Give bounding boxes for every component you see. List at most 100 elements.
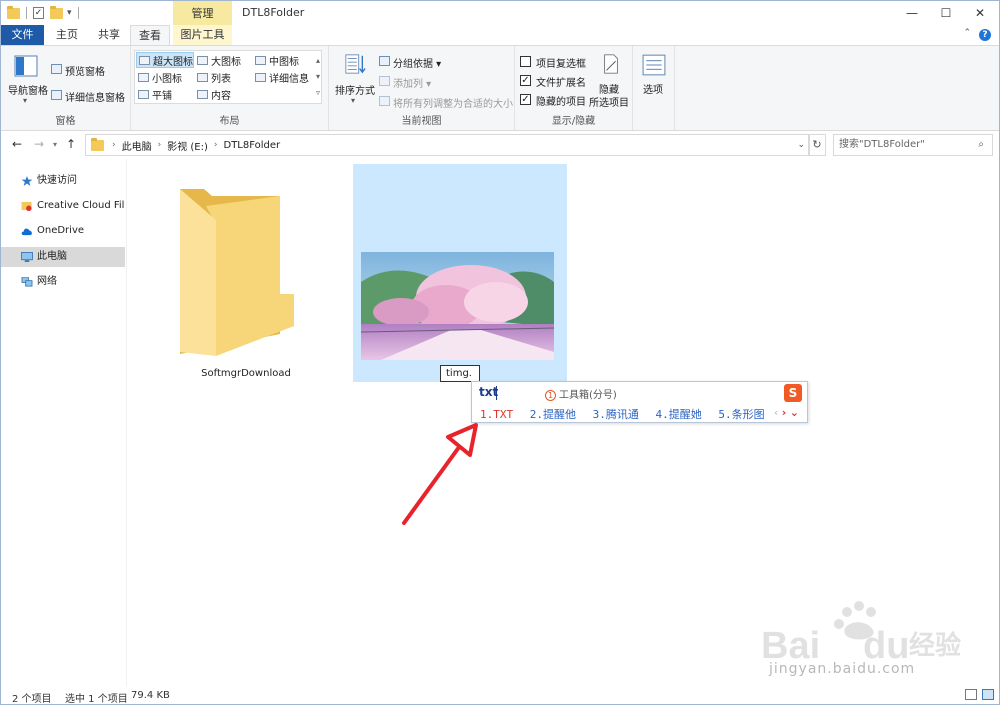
- nav-item-creative-cloud[interactable]: Creative Cloud Files: [1, 196, 125, 216]
- sogou-logo-icon[interactable]: S: [784, 384, 802, 402]
- close-button[interactable]: ✕: [963, 1, 997, 25]
- nav-item-this-pc[interactable]: 此电脑: [1, 247, 125, 267]
- show-hide-group-title: 显示/隐藏: [551, 116, 596, 127]
- ime-candidate-2[interactable]: 2.提醒他: [530, 408, 576, 421]
- ime-candidate-1[interactable]: 1.TXT: [480, 408, 513, 421]
- search-icon[interactable]: ⌕: [978, 135, 984, 155]
- baidu-watermark-url: jingyan.baidu.com: [769, 661, 916, 677]
- address-bar[interactable]: › 此电脑 › 影视 (E:) › DTL8Folder ⌄: [85, 134, 810, 156]
- current-view-group-title: 当前视图: [401, 116, 442, 127]
- nav-item-network[interactable]: 网络: [1, 272, 125, 292]
- tiles-icon: [138, 89, 149, 99]
- layout-medium-icons[interactable]: 中图标: [253, 52, 313, 68]
- title-bar: ✓ ▾ 管理 DTL8Folder — ☐ ✕: [1, 1, 999, 25]
- content-icon: [197, 89, 208, 99]
- details-view-icon[interactable]: [965, 689, 977, 700]
- current-view-group: 排序方式 ▾ 分组依据 ▾ 添加列 ▾ 将所有列调整为合适的大小 当前视图: [329, 46, 515, 130]
- recent-chevron-icon[interactable]: ▾: [53, 140, 57, 149]
- breadcrumb-this-pc[interactable]: 此电脑: [122, 138, 152, 153]
- tab-view[interactable]: 查看: [130, 25, 170, 46]
- chevron-down-icon[interactable]: ▾: [351, 96, 355, 105]
- prev-page-icon[interactable]: ‹: [774, 406, 778, 419]
- chevron-right-icon: ›: [213, 140, 218, 150]
- add-column-icon: [379, 76, 390, 86]
- folder-name[interactable]: SoftmgrDownload: [183, 368, 309, 379]
- folder-icon: [91, 137, 104, 151]
- thumbnail-image: [361, 252, 554, 360]
- hidden-items-label: 隐藏的项目: [536, 97, 586, 108]
- back-arrow-icon[interactable]: ←: [12, 137, 22, 151]
- file-extensions-checkbox[interactable]: ✓: [520, 75, 531, 86]
- svg-text:经验: 经验: [909, 630, 961, 661]
- customize-toolbar-icon[interactable]: ▾: [67, 8, 72, 18]
- item-checkboxes-checkbox[interactable]: [520, 56, 531, 67]
- selected-count: 选中 1 个项目: [65, 694, 128, 705]
- ribbon: 导航窗格 ▾ 预览窗格 详细信息窗格 窗格 超大图标 大图标 中图标 小图标 列…: [1, 45, 999, 131]
- layout-extra-large-icons[interactable]: 超大图标: [136, 52, 194, 68]
- item-count: 2 个项目: [12, 694, 52, 705]
- search-input[interactable]: 搜索"DTL8Folder" ⌕: [833, 134, 993, 156]
- up-arrow-icon[interactable]: ↑: [66, 137, 76, 151]
- network-icon: [21, 277, 33, 287]
- sort-by-button[interactable]: 排序方式: [335, 82, 375, 97]
- chevron-down-icon[interactable]: ▾: [23, 96, 27, 105]
- selected-size: 79.4 KB: [131, 690, 170, 701]
- layout-small-icons[interactable]: 小图标: [136, 69, 194, 85]
- ime-toolbox-hint[interactable]: 1 工具箱(分号): [545, 386, 617, 401]
- add-column-button[interactable]: 添加列 ▾: [393, 75, 431, 90]
- layout-large-icons[interactable]: 大图标: [195, 52, 253, 68]
- group-by-button[interactable]: 分组依据 ▾: [393, 55, 441, 70]
- maximize-button[interactable]: ☐: [929, 1, 963, 25]
- hide-selected-icon: [604, 54, 618, 74]
- refresh-icon[interactable]: ↻: [808, 134, 826, 156]
- list-icon: [197, 72, 208, 82]
- ribbon-tabs: 文件 主页 共享 查看 图片工具 ⌃ ?: [1, 25, 999, 46]
- breadcrumb-drive[interactable]: 影视 (E:): [167, 138, 208, 153]
- next-page-icon[interactable]: ›: [782, 406, 787, 419]
- ime-candidate-5[interactable]: 5.条形图: [718, 408, 764, 421]
- details-pane-button[interactable]: 详细信息窗格: [65, 89, 125, 104]
- layout-content[interactable]: 内容: [195, 86, 253, 102]
- layout-gallery: 超大图标 大图标 中图标 小图标 列表 详细信息 平铺 内容 ▴ ▾ ▿: [134, 50, 322, 104]
- options-button[interactable]: 选项: [643, 81, 663, 96]
- minimize-button[interactable]: —: [895, 1, 929, 25]
- tab-share[interactable]: 共享: [88, 25, 130, 45]
- toolbar-separator: [77, 7, 79, 19]
- new-folder-icon[interactable]: [50, 5, 63, 19]
- show-hide-group: 项目复选框 ✓ 文件扩展名 ✓ 隐藏的项目 隐藏 所选项目 显示/隐藏: [515, 46, 633, 130]
- large-icons-icon: [197, 55, 208, 65]
- help-icon[interactable]: ?: [979, 29, 991, 41]
- preview-pane-button[interactable]: 预览窗格: [65, 63, 105, 78]
- folder-icon: [7, 5, 20, 19]
- tab-file[interactable]: 文件: [1, 25, 44, 45]
- layout-group-title: 布局: [219, 116, 240, 127]
- ime-candidates: 1.TXT 2.提醒他 3.腾讯通 4.提醒她 5.条形图: [480, 406, 775, 422]
- layout-tiles[interactable]: 平铺: [136, 86, 194, 102]
- hidden-items-checkbox[interactable]: ✓: [520, 94, 531, 105]
- expand-candidates-icon[interactable]: ⌄: [790, 406, 799, 419]
- collapse-ribbon-icon[interactable]: ⌃: [963, 28, 971, 38]
- computer-icon: [21, 252, 33, 262]
- creative-cloud-folder-icon: [21, 201, 32, 211]
- fit-columns-button[interactable]: 将所有列调整为合适的大小: [393, 95, 513, 110]
- manage-context-tab[interactable]: 管理: [173, 1, 232, 25]
- large-icons-view-icon[interactable]: [982, 689, 994, 700]
- address-dropdown-icon[interactable]: ⌄: [797, 140, 805, 150]
- details-pane-icon: [51, 90, 62, 100]
- tab-home[interactable]: 主页: [46, 25, 88, 45]
- nav-pane-button[interactable]: 导航窗格: [8, 82, 48, 97]
- rename-input[interactable]: timg.: [440, 365, 480, 382]
- breadcrumb-folder[interactable]: DTL8Folder: [224, 140, 281, 151]
- layout-details[interactable]: 详细信息: [253, 69, 315, 85]
- nav-item-quick-access[interactable]: 快速访问: [1, 171, 125, 191]
- navigation-pane: 快速访问 Creative Cloud Files OneDrive 此电脑 网…: [1, 159, 127, 686]
- properties-icon[interactable]: ✓: [33, 7, 44, 19]
- folder-icon[interactable]: [176, 184, 299, 359]
- layout-scroll-icon[interactable]: ▴ ▾ ▿: [316, 53, 320, 101]
- tab-picture-tools[interactable]: 图片工具: [173, 25, 232, 45]
- forward-arrow-icon[interactable]: →: [34, 137, 44, 151]
- layout-list[interactable]: 列表: [195, 69, 253, 85]
- ime-candidate-3[interactable]: 3.腾讯通: [593, 408, 639, 421]
- ime-candidate-4[interactable]: 4.提醒她: [656, 408, 702, 421]
- nav-item-onedrive[interactable]: OneDrive: [1, 221, 125, 241]
